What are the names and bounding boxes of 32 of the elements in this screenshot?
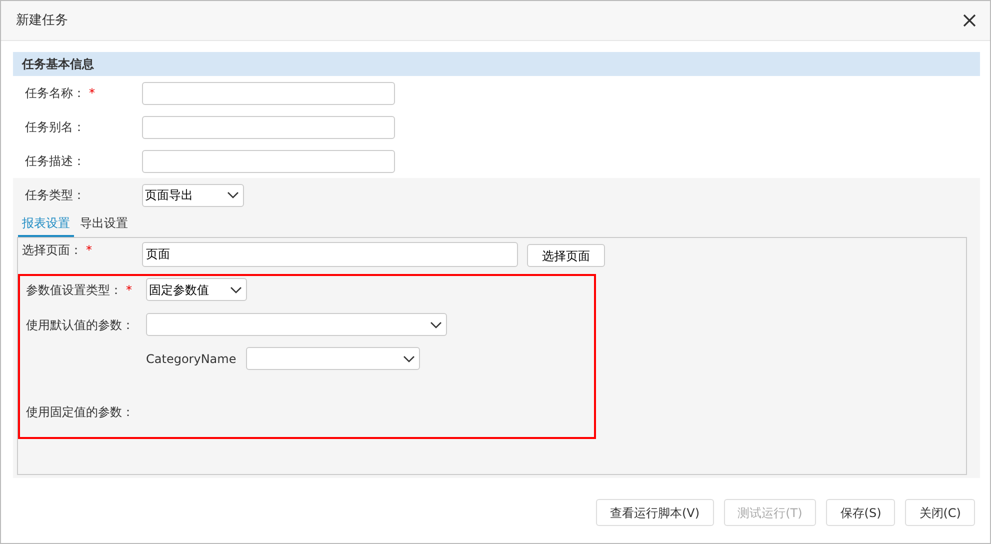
task-type-dropdown[interactable]: 页面导出 [142,184,244,206]
field-label: 任务名称： [25,85,85,102]
chevron-down-icon [227,191,239,199]
text-field[interactable] [142,150,395,172]
chevron-down-icon [230,286,242,294]
parameter-value-dropdown[interactable] [246,347,420,370]
field-label: 参数值设置类型： [26,282,122,298]
dialog-button[interactable]: 保存(S) [826,499,896,526]
field-label: 使用默认值的参数： [26,316,135,334]
default-parameters-dropdown[interactable] [146,313,447,336]
required-asterisk: * [89,85,95,102]
tab[interactable]: 导出设置 [76,214,132,237]
chevron-down-icon [403,354,416,362]
select-page-button[interactable]: 选择页面 [527,244,605,267]
close-button[interactable] [961,12,978,29]
field-label: 任务描述： [25,153,85,170]
field-label: 任务类型： [25,187,86,204]
parameter-type-dropdown[interactable]: 固定参数值 [146,278,247,301]
required-asterisk: * [86,242,92,259]
chevron-down-icon [430,320,442,328]
field-label: 选择页面： [22,242,82,259]
section-header: 任务基本信息 [13,52,980,76]
dialog-button[interactable]: 查看运行脚本(V) [596,499,714,526]
page-field[interactable]: 页面 [142,242,518,267]
window-title: 新建任务 [16,12,68,30]
text-field[interactable] [142,116,395,138]
field-label: 使用固定值的参数： [26,404,135,421]
field-label: 任务别名： [25,119,85,136]
dialog-button[interactable]: 关闭(C) [905,499,975,526]
required-asterisk: * [126,282,132,298]
parameter-name: CategoryName [146,350,236,368]
text-field[interactable] [142,82,395,104]
